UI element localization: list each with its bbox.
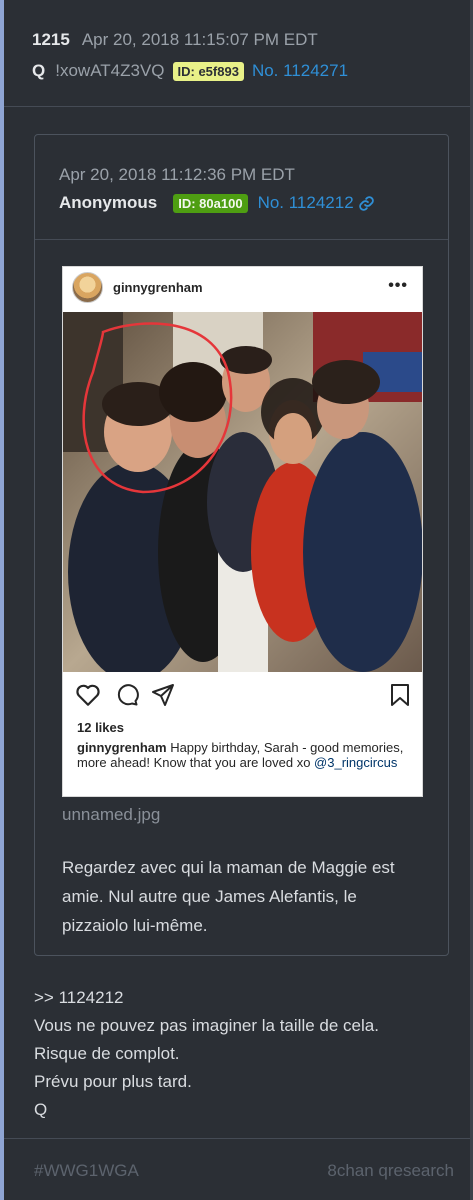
instagram-actions	[75, 681, 410, 711]
post-header: 1215 Apr 20, 2018 11:15:07 PM EDT Q !xow…	[32, 30, 348, 82]
instagram-photo	[63, 312, 422, 672]
post-body: >> 1124212 Vous ne pouvez pas imaginer l…	[34, 984, 379, 1124]
quoted-header-divider	[35, 239, 448, 240]
instagram-header: ginnygrenham •••	[63, 267, 422, 311]
quoted-post-body: Regardez avec qui la maman de Maggie est…	[62, 853, 427, 940]
quoted-post-author: Anonymous	[59, 193, 158, 212]
quoted-post-date: Apr 20, 2018 11:12:36 PM EDT	[59, 165, 295, 184]
instagram-avatar	[72, 272, 103, 303]
post-number: 1215	[32, 30, 70, 49]
post-footer: #WWG1WGA 8chan qresearch	[4, 1138, 470, 1200]
post-tripcode: !xowAT4Z3VQ	[55, 61, 165, 80]
quoted-body-line: amie. Nul autre que James Alefantis, le	[62, 887, 357, 906]
footer-hashtag: #WWG1WGA	[34, 1161, 139, 1180]
group-photo-illustration	[63, 312, 422, 672]
post-body-line: Risque de complot.	[34, 1044, 180, 1063]
quoted-post-number[interactable]: No. 1124212	[258, 193, 354, 212]
quoted-post-id-badge[interactable]: ID: 80a100	[173, 193, 248, 213]
instagram-caption: ginnygrenham Happy birthday, Sarah - goo…	[77, 740, 412, 770]
quoted-post: Apr 20, 2018 11:12:36 PM EDT Anonymous I…	[34, 134, 449, 956]
post-body-line: Vous ne pouvez pas imaginer la taille de…	[34, 1016, 379, 1035]
header-divider	[4, 106, 470, 107]
quoted-body-line: pizzaiolo lui-même.	[62, 916, 208, 935]
quoted-post-header: Apr 20, 2018 11:12:36 PM EDT Anonymous I…	[59, 165, 375, 213]
caption-username: ginnygrenham	[77, 740, 167, 755]
footer-source: 8chan qresearch	[327, 1161, 454, 1180]
instagram-screenshot-image[interactable]: ginnygrenham ••• 12 likes ginnygrenham H…	[62, 266, 423, 797]
quoted-body-line: Regardez avec qui la maman de Maggie est	[62, 858, 395, 877]
bookmark-icon[interactable]	[390, 683, 410, 707]
caption-mention: @3_ringcircus	[314, 755, 398, 770]
more-options-icon: •••	[388, 277, 408, 294]
image-filename[interactable]: unnamed.jpg	[62, 805, 160, 825]
q-post-card: 1215 Apr 20, 2018 11:15:07 PM EDT Q !xow…	[0, 0, 473, 1200]
post-reply-link[interactable]: >> 1124212	[34, 984, 379, 1012]
instagram-likes: 12 likes	[77, 720, 124, 735]
heart-icon[interactable]	[75, 683, 101, 707]
post-author: Q	[32, 61, 46, 80]
quoted-post-number-link[interactable]: No. 1124212	[258, 193, 375, 213]
post-id-badge[interactable]: ID: e5f893	[172, 61, 244, 81]
post-body-line: Prévu pour plus tard.	[34, 1072, 192, 1091]
post-date: Apr 20, 2018 11:15:07 PM EDT	[81, 30, 318, 49]
chain-link-icon[interactable]	[358, 195, 375, 212]
post-number-link[interactable]: No. 1124271	[252, 61, 348, 81]
post-body-line: Q	[34, 1100, 48, 1119]
instagram-username: ginnygrenham	[113, 280, 203, 295]
share-icon[interactable]	[151, 683, 175, 707]
comment-icon[interactable]	[115, 683, 139, 707]
